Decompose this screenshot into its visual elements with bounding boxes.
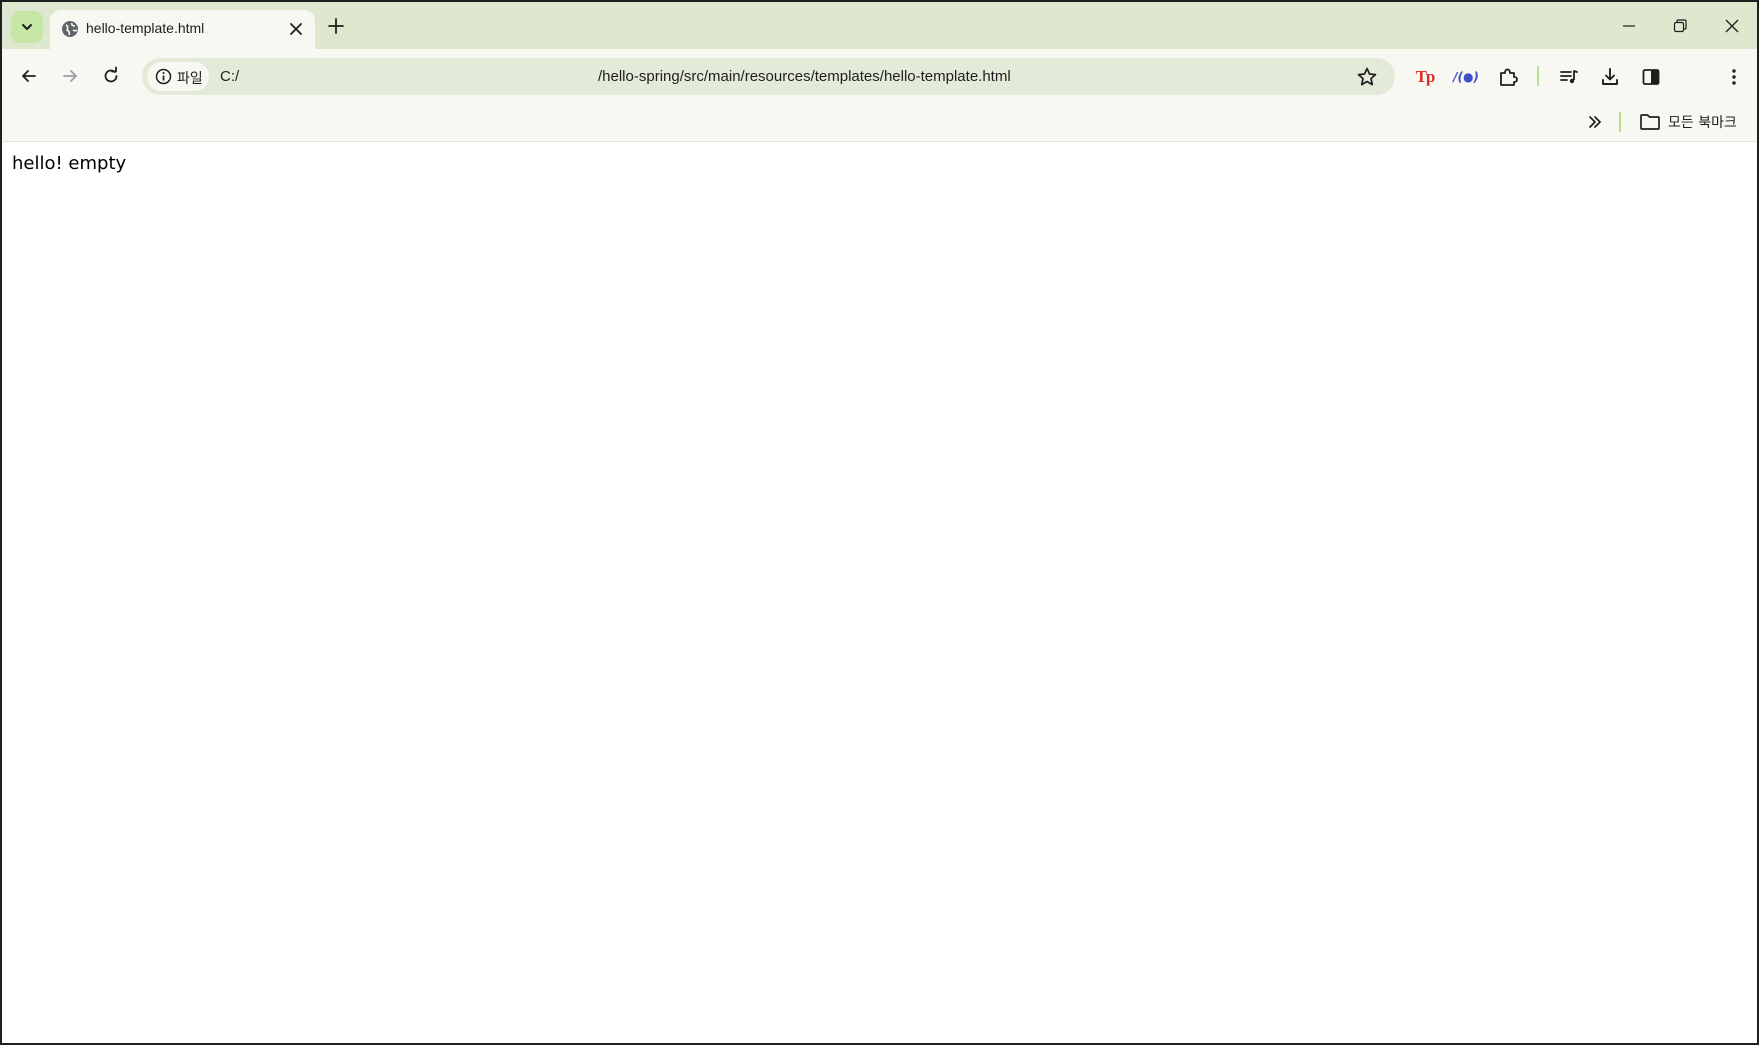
tab-active[interactable]: hello-template.html	[50, 10, 315, 49]
download-icon	[1602, 68, 1618, 85]
tab-title: hello-template.html	[86, 20, 205, 36]
address-bar[interactable]: 파일 C:/ /hello-spring/src/main/resources/…	[142, 58, 1395, 95]
arrow-left-icon	[22, 70, 36, 82]
page-body-text: hello! empty	[12, 153, 127, 174]
info-icon	[155, 68, 172, 85]
extensions-button[interactable]	[1494, 63, 1522, 91]
url-path: /hello-spring/src/main/resources/templat…	[598, 68, 1011, 85]
bookmarks-overflow-button[interactable]	[1584, 111, 1606, 133]
tab-strip: hello-template.html	[2, 2, 1757, 49]
tab-search-button[interactable]	[11, 11, 43, 43]
toolbar-divider	[1537, 66, 1539, 86]
browser-window: hello-template.html 파일 C:/ /hello-spring…	[0, 0, 1759, 1045]
puzzle-icon	[1500, 68, 1518, 86]
toolbar: 파일 C:/ /hello-spring/src/main/resources/…	[2, 49, 1757, 103]
chevron-double-right-icon	[1589, 116, 1601, 128]
api-extension-button[interactable]: /(●)	[1452, 63, 1480, 91]
tp-extension-icon: Tp	[1415, 67, 1436, 86]
folder-icon	[1640, 114, 1660, 130]
side-panel-icon	[1642, 69, 1660, 85]
media-queue-icon	[1560, 70, 1578, 84]
more-vertical-icon	[1732, 69, 1736, 85]
url-prefix: C:/	[220, 68, 240, 85]
media-control-button[interactable]	[1555, 63, 1583, 91]
close-icon[interactable]	[287, 20, 305, 38]
bookmarks-divider	[1619, 112, 1621, 132]
close-icon	[1725, 19, 1739, 33]
minimize-button[interactable]	[1615, 12, 1643, 40]
site-chip-label: 파일	[177, 71, 203, 87]
globe-icon	[62, 21, 78, 37]
new-tab-button[interactable]	[324, 14, 348, 38]
site-info-chip[interactable]: 파일	[147, 62, 209, 91]
tp-extension-button[interactable]: Tp	[1411, 63, 1439, 91]
side-panel-button[interactable]	[1637, 63, 1665, 91]
arrow-right-icon	[63, 70, 77, 82]
downloads-button[interactable]	[1596, 63, 1624, 91]
bookmarks-bar: 모든 북마크	[2, 103, 1757, 142]
back-button[interactable]	[15, 62, 43, 90]
chevron-down-icon	[22, 24, 32, 30]
all-bookmarks-label: 모든 북마크	[1668, 115, 1737, 131]
minimize-icon	[1623, 25, 1635, 27]
page-content: hello! empty	[2, 142, 1757, 1043]
restore-button[interactable]	[1666, 12, 1694, 40]
reload-icon	[104, 66, 118, 83]
close-window-button[interactable]	[1718, 12, 1746, 40]
browser-menu-button[interactable]	[1720, 63, 1748, 91]
bookmark-star-icon[interactable]	[1355, 65, 1379, 89]
forward-button[interactable]	[56, 62, 84, 90]
restore-icon	[1673, 19, 1687, 33]
api-extension-icon: /(●)	[1453, 70, 1479, 84]
reload-button[interactable]	[97, 62, 125, 90]
